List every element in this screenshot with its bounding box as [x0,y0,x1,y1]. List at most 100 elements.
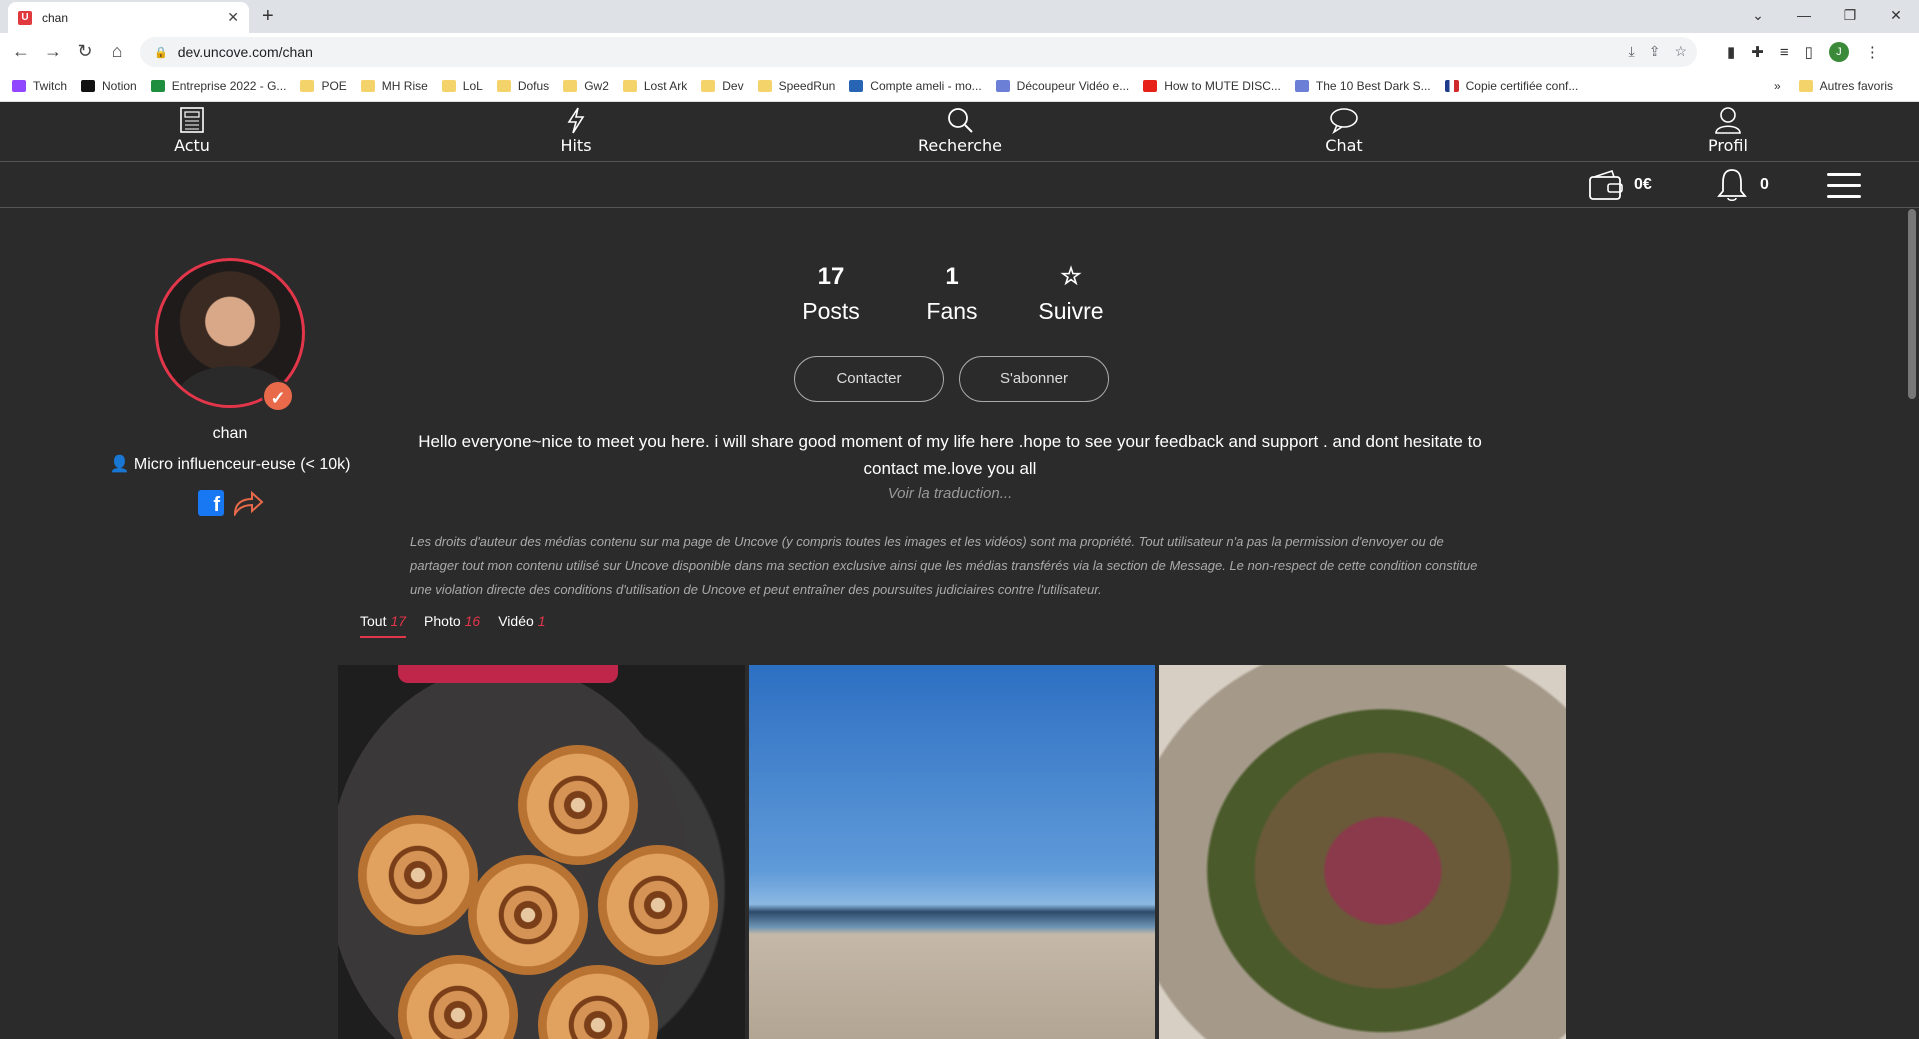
ameli-icon [849,80,864,92]
nav-chat[interactable]: Chat [1284,106,1404,155]
star-icon: ☆ [1060,263,1082,290]
extensions-area: ▮ ✚ ≡ ▯ J ⋮ [1727,42,1880,62]
stat-fans[interactable]: 1 Fans [892,262,1012,328]
puzzle-extensions-icon[interactable]: ✚ [1751,43,1764,61]
bookmark-item[interactable]: Entreprise 2022 - G... [150,79,287,93]
bookmark-item[interactable]: SpeedRun [757,79,836,93]
side-panel-icon[interactable]: ▯ [1805,43,1813,61]
bookmark-item[interactable]: The 10 Best Dark S... [1294,79,1431,93]
search-icon [948,108,973,133]
close-window-icon[interactable]: ✕ [1873,0,1919,30]
hamburger-menu-icon[interactable] [1827,173,1861,206]
bookmark-item[interactable]: MH Rise [360,79,428,93]
folder-icon [441,80,456,92]
twitch-icon [12,80,26,92]
filter-tab-label: Vidéo [498,613,534,629]
filter-tab-video[interactable]: Vidéo 1 [498,613,545,638]
wallet-amount: 0€ [1634,176,1652,193]
bookmark-item[interactable]: Découpeur Vidéo e... [995,79,1129,93]
media-tile-cinnamon-rolls[interactable] [338,665,745,1039]
media-filter-tabs: Tout 17 Photo 16 Vidéo 1 [360,613,546,638]
bookmark-label: How to MUTE DISC... [1164,79,1281,93]
bookmark-item[interactable]: Notion [81,79,137,93]
minimize-icon[interactable]: — [1781,0,1827,30]
bookmark-label: POE [321,79,347,93]
address-bar[interactable]: 🔒 dev.uncove.com/chan ⤓ ⇪ ☆ [140,37,1697,67]
follow-button[interactable]: ☆ Suivre [1011,262,1131,328]
profile-avatar[interactable]: J [1828,42,1849,62]
tab-search-icon[interactable]: ⌄ [1735,0,1781,30]
filter-tab-label: Photo [424,613,461,629]
facebook-icon[interactable]: f [198,490,224,516]
bookmark-item[interactable]: How to MUTE DISC... [1143,79,1281,93]
forward-icon[interactable]: → [42,41,64,62]
reload-icon[interactable]: ↻ [74,41,96,62]
bookmark-label: Entreprise 2022 - G... [171,79,287,93]
nav-actu[interactable]: Actu [132,106,252,155]
close-tab-icon[interactable]: ✕ [227,9,239,26]
lock-icon[interactable]: 🔒 [154,46,168,59]
bookmark-star-icon[interactable]: ☆ [1674,43,1687,60]
media-tile-beach[interactable] [748,665,1156,1039]
filter-tab-count: 1 [537,613,546,629]
bookmark-label: Dev [722,79,744,93]
extension-icon[interactable]: ▮ [1727,43,1735,61]
share-icon[interactable]: ⇪ [1649,43,1661,60]
filter-tab-photo[interactable]: Photo 16 [424,613,480,638]
home-icon[interactable]: ⌂ [106,41,128,62]
bookmark-item[interactable]: Dofus [496,79,549,93]
bookmark-label: SpeedRun [778,79,836,93]
bookmark-item[interactable]: LoL [441,79,483,93]
subscribe-button[interactable]: S'abonner [959,356,1109,402]
bookmark-label: Copie certifiée conf... [1465,79,1579,93]
wallet-button[interactable]: 0€ [1588,169,1652,201]
chat-bubble-icon [1330,108,1358,134]
other-bookmarks[interactable]: Autres favoris [1798,79,1893,93]
restore-icon[interactable]: ❐ [1827,0,1873,30]
lightning-icon [567,107,585,134]
stat-posts[interactable]: 17 Posts [771,262,891,328]
nav-recherche-label: Recherche [917,136,1003,155]
media-tile-meat-dish[interactable] [1159,665,1567,1039]
bookmark-item[interactable]: Twitch [12,79,67,93]
back-icon[interactable]: ← [10,41,32,62]
window-controls: ⌄ — ❐ ✕ [1735,0,1919,30]
site-favicon-icon: U [18,10,32,25]
notifications-button[interactable]: 0 [1716,167,1769,203]
bookmark-item[interactable]: Copie certifiée conf... [1444,79,1579,93]
scrollbar-thumb[interactable] [1908,209,1916,399]
nav-recherche[interactable]: Recherche [900,106,1020,155]
posts-count: 17 [817,263,845,290]
person-icon: 👤 [109,456,130,473]
media-control-icon[interactable]: ≡ [1780,44,1789,61]
browser-tab[interactable]: U chan ✕ [8,2,249,33]
translate-link[interactable]: Voir la traduction... [760,485,1140,502]
bookmark-item[interactable]: Gw2 [563,79,609,93]
nav-profil[interactable]: Profil [1668,106,1788,155]
contact-button[interactable]: Contacter [794,356,944,402]
filter-tab-all[interactable]: Tout 17 [360,613,407,638]
fans-count: 1 [945,263,959,290]
nav-hits[interactable]: Hits [516,106,636,155]
bookmark-label: Twitch [33,79,68,93]
tab-title: chan [42,10,69,25]
social-links: f [198,490,264,516]
profile-category-label: Micro influenceur-euse (< 10k) [133,456,351,473]
share-arrow-icon[interactable] [232,490,264,516]
page-scrollbar[interactable] [1905,209,1919,1039]
install-icon[interactable]: ⤓ [1629,43,1635,60]
bookmark-item[interactable]: Dev [701,79,744,93]
verified-badge-icon: ✓ [262,380,294,412]
bookmark-label: MH Rise [381,79,428,93]
bookmark-item[interactable]: Lost Ark [622,79,688,93]
nav-hits-label: Hits [560,136,592,155]
new-tab-button[interactable]: + [262,5,274,28]
bookmark-item[interactable]: POE [300,79,347,93]
folder-icon [622,80,637,92]
more-bookmarks-icon[interactable]: » [1774,79,1781,93]
bookmark-label: Lost Ark [643,79,688,93]
bookmark-item[interactable]: Compte ameli - mo... [849,79,982,93]
filter-tab-label: Tout [360,613,387,629]
browser-menu-icon[interactable]: ⋮ [1865,43,1880,61]
browser-tab-strip: U chan ✕ + ⌄ — ❐ ✕ [0,0,1919,33]
